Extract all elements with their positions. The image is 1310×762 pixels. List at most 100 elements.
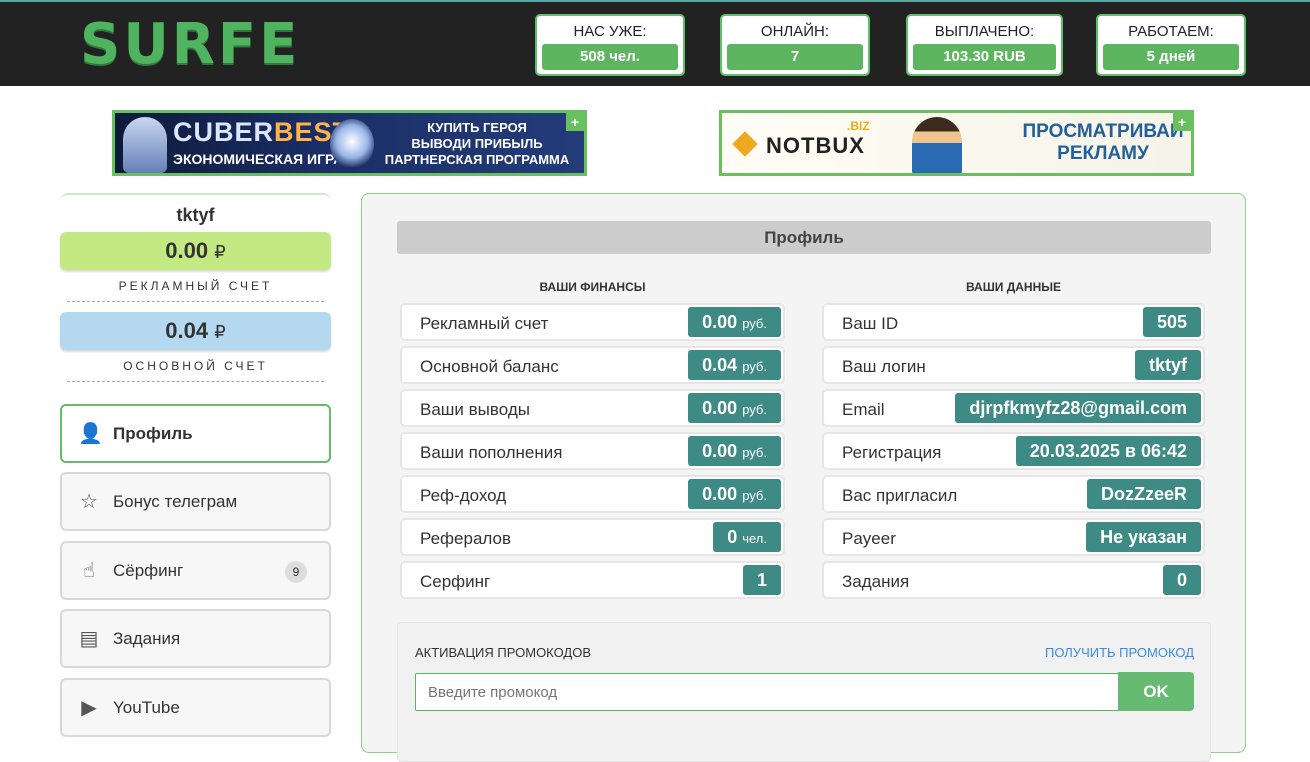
data-row-id: Ваш ID 505	[822, 303, 1205, 341]
finance-row-main-balance: Основной баланс 0.04 руб.	[400, 346, 785, 384]
notbux-banner[interactable]: NOTBUX .BIZ ПРОСМАТРИВАЙ РЕКЛАМУ +	[719, 110, 1194, 176]
row-value: DozZzeeR	[1086, 479, 1201, 509]
banner-add-button[interactable]: +	[566, 113, 584, 131]
data-row-registration: Регистрация 20.03.2025 в 06:42	[822, 432, 1205, 470]
sidebar-item-label: YouTube	[113, 698, 180, 717]
row-label: Email	[842, 400, 885, 419]
row-value: 20.03.2025 в 06:42	[1015, 436, 1201, 466]
row-label: Вас пригласил	[842, 486, 958, 505]
stat-label: ВЫПЛАЧЕНО:	[934, 23, 1035, 40]
book-icon: ▤	[79, 628, 99, 650]
row-value: Не указан	[1086, 522, 1201, 552]
diamond-logo-icon	[732, 131, 758, 157]
get-promo-link[interactable]: ПОЛУЧИТЬ ПРОМОКОД	[1045, 645, 1194, 660]
sidebar-item-label: Бонус телеграм	[113, 492, 238, 511]
row-label: Payeer	[842, 529, 896, 548]
sidebar-item-surfing[interactable]: ☝ Сёрфинг 9	[60, 541, 331, 600]
ad-balance: 0.00 ₽	[60, 232, 331, 270]
row-label: Ваши пополнения	[420, 443, 563, 462]
account-card: tktyf 0.00 ₽ РЕКЛАМНЫЙ СЧЕТ 0.04 ₽ ОСНОВ…	[60, 193, 331, 388]
row-label: Задания	[842, 572, 910, 591]
data-row-email: Email djrpfkmyfz28@gmail.com	[822, 389, 1205, 427]
star-icon: ☆	[80, 491, 98, 513]
sidebar-item-telegram-bonus[interactable]: ☆ Бонус телеграм	[60, 472, 331, 531]
row-value: tktyf	[1134, 350, 1201, 380]
data-row-tasks: Задания 0	[822, 561, 1205, 599]
finance-row-withdrawals: Ваши выводы 0.00 руб.	[400, 389, 785, 427]
row-value: 0.00 руб.	[688, 393, 781, 423]
site-logo[interactable]: SURFE	[80, 12, 300, 77]
row-value: djrpfkmyfz28@gmail.com	[955, 393, 1201, 423]
row-value: 0.00 руб.	[688, 436, 781, 466]
username: tktyf	[176, 205, 215, 225]
row-value: 0 чел.	[713, 522, 781, 552]
row-label: Ваш логин	[842, 357, 926, 376]
promo-label: АКТИВАЦИЯ ПРОМОКОДОВ	[415, 645, 592, 660]
banner-character-image	[123, 117, 167, 173]
row-label: Реф-доход	[420, 486, 507, 505]
row-value: 1	[742, 565, 781, 595]
stat-value: 508 чел.	[542, 44, 678, 70]
banner-text: ПРОСМАТРИВАЙ РЕКЛАМУ	[1022, 121, 1184, 164]
data-row-login: Ваш логин tktyf	[822, 346, 1205, 384]
finance-row-referrals: Рефералов 0 чел.	[400, 518, 785, 556]
user-icon: 👤	[78, 423, 103, 445]
promo-activation-section: АКТИВАЦИЯ ПРОМОКОДОВ ПОЛУЧИТЬ ПРОМОКОД O…	[397, 622, 1211, 762]
sidebar-item-label: Профиль	[113, 424, 193, 443]
sidebar-item-youtube[interactable]: ▶ YouTube	[60, 678, 331, 737]
cuberbest-banner[interactable]: CUBERBEST ЭКОНОМИЧЕСКАЯ ИГРА КУПИТЬ ГЕРО…	[112, 110, 587, 176]
banner-add-button[interactable]: +	[1173, 113, 1191, 131]
finances-header: ВАШИ ФИНАНСЫ	[539, 280, 646, 294]
row-label: Основной баланс	[420, 357, 559, 376]
row-label: Регистрация	[842, 443, 942, 462]
row-label: Серфинг	[420, 572, 491, 591]
finance-row-surfing: Серфинг 1	[400, 561, 785, 599]
banner-brand: NOTBUX	[766, 133, 865, 158]
row-value: 0	[1162, 565, 1201, 595]
stat-paid: ВЫПЛАЧЕНО: 103.30 RUB	[906, 14, 1063, 76]
stat-users: НАС УЖЕ: 508 чел.	[535, 14, 685, 76]
ad-balance-label: РЕКЛАМНЫЙ СЧЕТ	[118, 279, 273, 293]
row-value: 0.00 руб.	[688, 307, 781, 337]
banner-brand: CUBERBEST	[173, 117, 351, 147]
banner-character-image	[912, 117, 962, 173]
sidebar-item-tasks[interactable]: ▤ Задания	[60, 609, 331, 668]
youtube-icon: ▶	[81, 697, 97, 719]
stat-value: 7	[727, 44, 863, 70]
stat-label: НАС УЖЕ:	[573, 23, 647, 40]
promo-submit-button[interactable]: OK	[1118, 672, 1194, 711]
stat-value: 103.30 RUB	[913, 44, 1056, 70]
banner-text: КУПИТЬ ГЕРОЯ ВЫВОДИ ПРИБЫЛЬ ПАРТНЕРСКАЯ …	[384, 120, 570, 167]
row-label: Ваши выводы	[420, 400, 530, 419]
main-balance-label: ОСНОВНОЙ СЧЕТ	[123, 359, 268, 373]
count-badge: 9	[285, 561, 307, 583]
divider	[67, 301, 324, 302]
row-value: 0.00 руб.	[688, 479, 781, 509]
page-title: Профиль	[397, 221, 1211, 254]
promo-code-input[interactable]	[415, 673, 1119, 711]
data-row-referrer: Вас пригласил DozZzeeR	[822, 475, 1205, 513]
finance-row-ref-income: Реф-доход 0.00 руб.	[400, 475, 785, 513]
banner-tagline: ЭКОНОМИЧЕСКАЯ ИГРА	[173, 151, 344, 167]
stat-label: РАБОТАЕМ:	[1128, 23, 1214, 40]
row-label: Ваш ID	[842, 314, 899, 333]
data-row-payeer: Payeer Не указан	[822, 518, 1205, 556]
divider	[67, 381, 324, 382]
finance-row-deposits: Ваши пополнения 0.00 руб.	[400, 432, 785, 470]
user-data-header: ВАШИ ДАННЫЕ	[965, 280, 1062, 294]
profile-panel: Профиль ВАШИ ФИНАНСЫ ВАШИ ДАННЫЕ Рекламн…	[361, 193, 1246, 762]
row-value: 505	[1142, 307, 1201, 337]
sidebar-item-label: Задания	[113, 629, 181, 648]
stat-online: ОНЛАЙН: 7	[720, 14, 870, 76]
row-label: Рекламный счет	[420, 314, 549, 333]
fox-logo-icon	[330, 119, 374, 169]
sidebar-item-profile[interactable]: 👤 Профиль	[60, 404, 331, 463]
site-header: SURFE НАС УЖЕ: 508 чел. ОНЛАЙН: 7 ВЫПЛАЧ…	[0, 0, 1310, 86]
sidebar-item-label: Сёрфинг	[113, 561, 184, 580]
stat-value: 5 дней	[1103, 44, 1239, 70]
hand-pointer-icon: ☝	[82, 560, 96, 582]
stat-label: ОНЛАЙН:	[760, 23, 830, 40]
row-label: Рефералов	[420, 529, 511, 548]
finance-row-ad-account: Рекламный счет 0.00 руб.	[400, 303, 785, 341]
stat-working-days: РАБОТАЕМ: 5 дней	[1096, 14, 1246, 76]
